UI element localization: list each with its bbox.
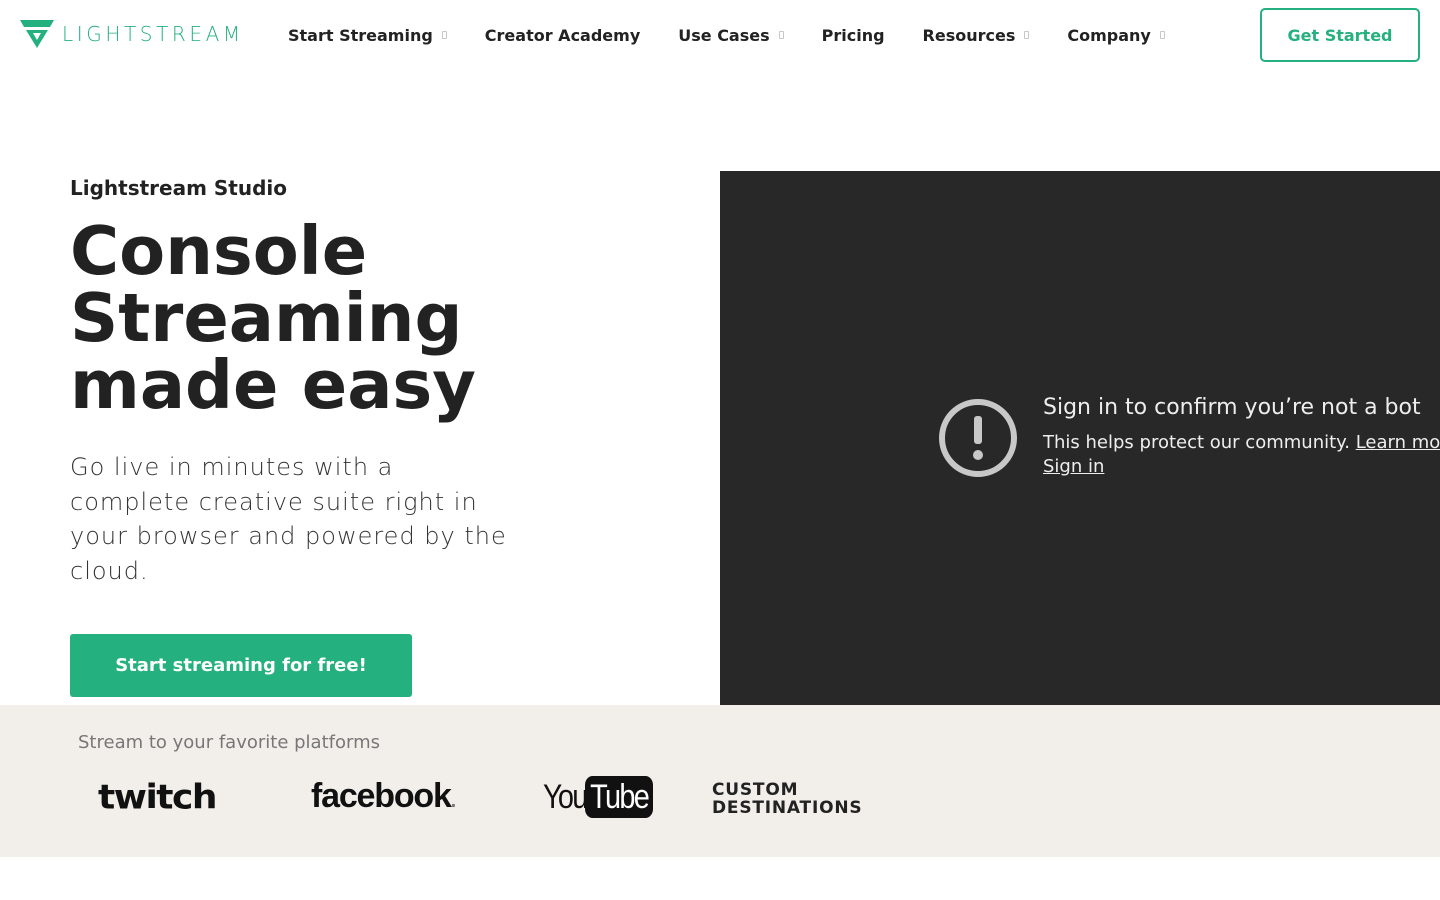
youtube-logo: You Tube	[543, 775, 665, 819]
nav-item-creator-academy[interactable]: Creator Academy	[485, 26, 640, 45]
custom-destinations-label: CUSTOM DESTINATIONS	[712, 781, 892, 817]
learn-more-link[interactable]: Learn more	[1356, 432, 1440, 453]
chevron-down-icon	[441, 31, 447, 39]
youtube-wordmark-you: You	[543, 777, 588, 816]
chevron-down-icon	[778, 31, 784, 39]
lightstream-logo-icon	[20, 20, 54, 48]
nav-item-label: Creator Academy	[484, 25, 641, 45]
exclamation-circle-icon	[939, 399, 1017, 477]
bot-check-title: Sign in to confirm you’re not a bot	[1043, 395, 1421, 420]
platforms-label: Stream to your favorite platforms	[78, 732, 380, 753]
nav-item-start-streaming[interactable]: Start Streaming	[288, 26, 447, 45]
nav-item-label: Use Cases	[678, 25, 770, 45]
top-navigation: LIGHTSTREAM Start Streaming Creator Acad…	[0, 0, 1440, 70]
hero-title-line: made easy	[70, 346, 476, 424]
platforms-band: Stream to your favorite platforms twitch…	[0, 705, 1440, 857]
bot-check-description: This helps protect our community. Learn …	[1043, 432, 1440, 453]
brand-name: LIGHTSTREAM	[62, 22, 244, 46]
youtube-wordmark-tube: Tube	[585, 776, 654, 818]
custom-destinations-line: CUSTOM	[712, 780, 799, 800]
bot-check-description-text: This helps protect our community.	[1043, 432, 1350, 453]
nav-item-label: Start Streaming	[288, 25, 433, 45]
nav-item-company[interactable]: Company	[1067, 25, 1165, 45]
get-started-button[interactable]: Get Started	[1260, 8, 1420, 62]
hero-subtitle: Go live in minutes with a complete creat…	[70, 453, 507, 585]
nav-item-label: Resources	[922, 25, 1016, 45]
hero-eyebrow: Lightstream Studio	[70, 176, 288, 200]
hero-title: Console Streaming made easy	[70, 218, 670, 419]
nav-item-label: Pricing	[821, 25, 885, 45]
lightstream-logo[interactable]: LIGHTSTREAM	[20, 20, 244, 48]
embedded-video-player[interactable]: Sign in to confirm you’re not a bot This…	[720, 171, 1440, 705]
facebook-logo: facebook.	[311, 777, 456, 815]
chevron-down-icon	[1159, 31, 1165, 39]
main-menu: Start Streaming Creator Academy Use Case…	[288, 22, 1203, 48]
facebook-wordmark: facebook	[311, 777, 452, 815]
custom-destinations-line: DESTINATIONS	[712, 798, 863, 818]
twitch-logo: twitch	[98, 778, 217, 817]
nav-item-use-cases[interactable]: Use Cases	[678, 25, 784, 45]
sign-in-link[interactable]: Sign in	[1043, 456, 1104, 477]
nav-item-pricing[interactable]: Pricing	[822, 26, 885, 45]
hero-title-line: Console	[70, 212, 368, 290]
nav-item-label: Company	[1067, 25, 1151, 45]
hero-title-line: Streaming	[70, 279, 463, 357]
start-streaming-free-button[interactable]: Start streaming for free!	[70, 634, 412, 697]
chevron-down-icon	[1024, 31, 1030, 39]
nav-item-resources[interactable]: Resources	[923, 26, 1030, 45]
